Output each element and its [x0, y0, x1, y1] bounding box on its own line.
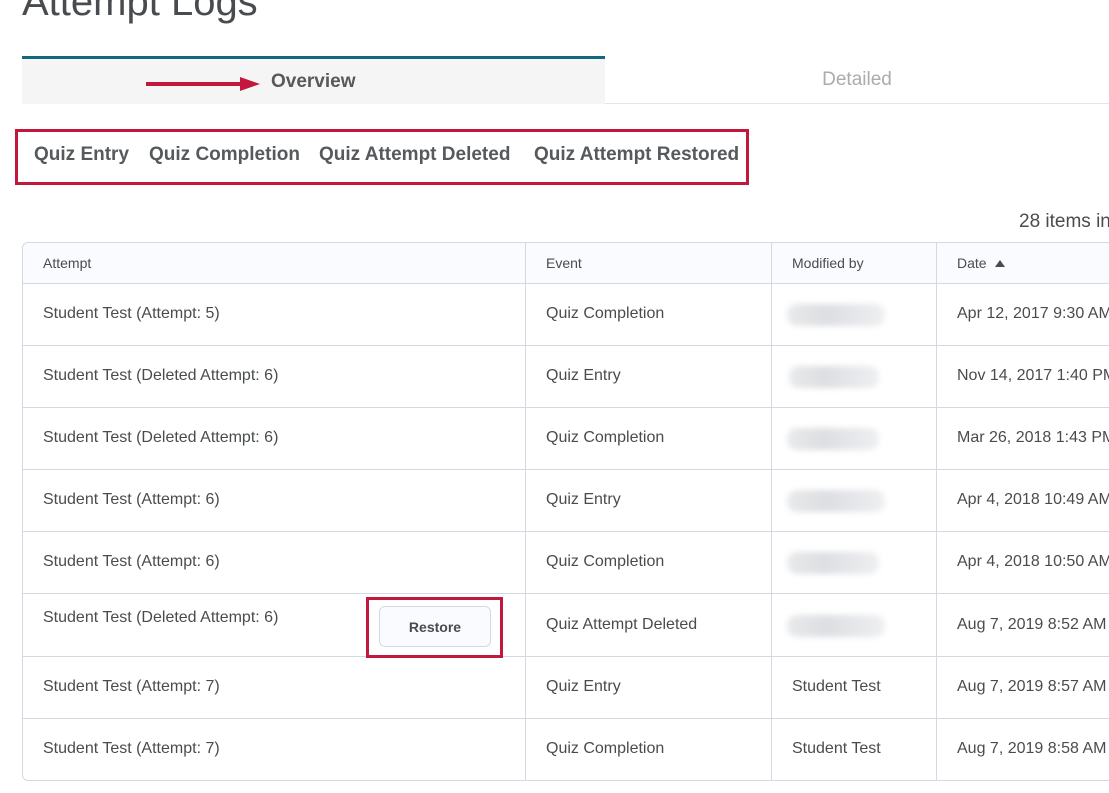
column-header-date[interactable]: Date: [937, 243, 1005, 284]
table-row: Student Test (Attempt: 6) Quiz Entry Apr…: [23, 470, 1109, 532]
cell-event: Quiz Entry: [546, 678, 621, 695]
redacted-name: [787, 615, 885, 637]
table-row: Student Test (Deleted Attempt: 6) Quiz C…: [23, 408, 1109, 470]
redacted-name: [789, 366, 879, 388]
cell-attempt: Student Test (Attempt: 7): [43, 740, 220, 757]
cell-modified-by: Student Test: [792, 740, 881, 757]
cell-attempt: Student Test (Deleted Attempt: 6): [43, 367, 279, 384]
cell-attempt: Student Test (Attempt: 5): [43, 305, 220, 322]
table-row: Student Test (Attempt: 6) Quiz Completio…: [23, 532, 1109, 594]
cell-date: Apr 4, 2018 10:50 AM: [957, 553, 1109, 570]
redacted-name: [787, 490, 885, 512]
table-row: Student Test (Attempt: 5) Quiz Completio…: [23, 284, 1109, 346]
event-filter-bar: Quiz Entry Quiz Completion Quiz Attempt …: [15, 129, 749, 185]
column-header-modified-by: Modified by: [792, 255, 864, 271]
tab-detailed[interactable]: Detailed: [605, 56, 1109, 104]
page-title: Attempt Logs: [22, 0, 258, 24]
cell-attempt: Student Test (Deleted Attempt: 6): [43, 429, 279, 446]
filter-quiz-entry[interactable]: Quiz Entry: [34, 144, 129, 166]
table-row: Student Test (Deleted Attempt: 6) Quiz A…: [23, 594, 1109, 657]
column-header-event: Event: [546, 255, 582, 271]
table-row: Student Test (Attempt: 7) Quiz Entry Stu…: [23, 657, 1109, 719]
cell-attempt: Student Test (Attempt: 6): [43, 491, 220, 508]
cell-event: Quiz Completion: [546, 429, 665, 446]
column-header-date-label: Date: [957, 255, 987, 271]
cell-event: Quiz Completion: [546, 553, 665, 570]
tab-overview[interactable]: Overview: [22, 56, 605, 104]
items-count: 28 items in: [1019, 211, 1109, 232]
redacted-name: [787, 304, 885, 326]
cell-attempt: Student Test (Deleted Attempt: 6): [43, 609, 279, 626]
cell-modified-by: Student Test: [792, 678, 881, 695]
tab-bar: Overview Detailed: [22, 56, 1109, 105]
cell-event: Quiz Entry: [546, 367, 621, 384]
column-header-attempt: Attempt: [43, 255, 92, 271]
cell-date: Mar 26, 2018 1:43 PM: [957, 429, 1109, 446]
cell-attempt: Student Test (Attempt: 7): [43, 678, 220, 695]
arrow-right-icon: [146, 77, 260, 91]
attempt-logs-table: Attempt Event Modified by Date Student T…: [22, 242, 1109, 781]
filter-quiz-attempt-restored[interactable]: Quiz Attempt Restored: [534, 144, 739, 166]
filter-quiz-completion[interactable]: Quiz Completion: [149, 144, 300, 166]
cell-date: Apr 12, 2017 9:30 AM: [957, 305, 1109, 322]
cell-event: Quiz Attempt Deleted: [546, 616, 698, 633]
cell-date: Aug 7, 2019 8:58 AM: [957, 740, 1107, 757]
redacted-name: [787, 428, 879, 450]
table-row: Student Test (Deleted Attempt: 6) Quiz E…: [23, 346, 1109, 408]
table-row: Student Test (Attempt: 7) Quiz Completio…: [23, 719, 1109, 780]
cell-date: Apr 4, 2018 10:49 AM: [957, 491, 1109, 508]
restore-button[interactable]: Restore: [379, 606, 491, 647]
table-header: Attempt Event Modified by Date: [23, 243, 1109, 284]
cell-event: Quiz Completion: [546, 305, 665, 322]
cell-event: Quiz Entry: [546, 491, 621, 508]
filter-quiz-attempt-deleted[interactable]: Quiz Attempt Deleted: [319, 144, 510, 166]
cell-date: Aug 7, 2019 8:57 AM: [957, 678, 1107, 695]
sort-ascending-icon[interactable]: [994, 260, 1005, 267]
tab-overview-label: Overview: [271, 71, 356, 92]
cell-attempt: Student Test (Attempt: 6): [43, 553, 220, 570]
cell-date: Nov 14, 2017 1:40 PM: [957, 367, 1109, 384]
cell-date: Aug 7, 2019 8:52 AM: [957, 616, 1107, 633]
redacted-name: [787, 552, 879, 574]
cell-event: Quiz Completion: [546, 740, 665, 757]
